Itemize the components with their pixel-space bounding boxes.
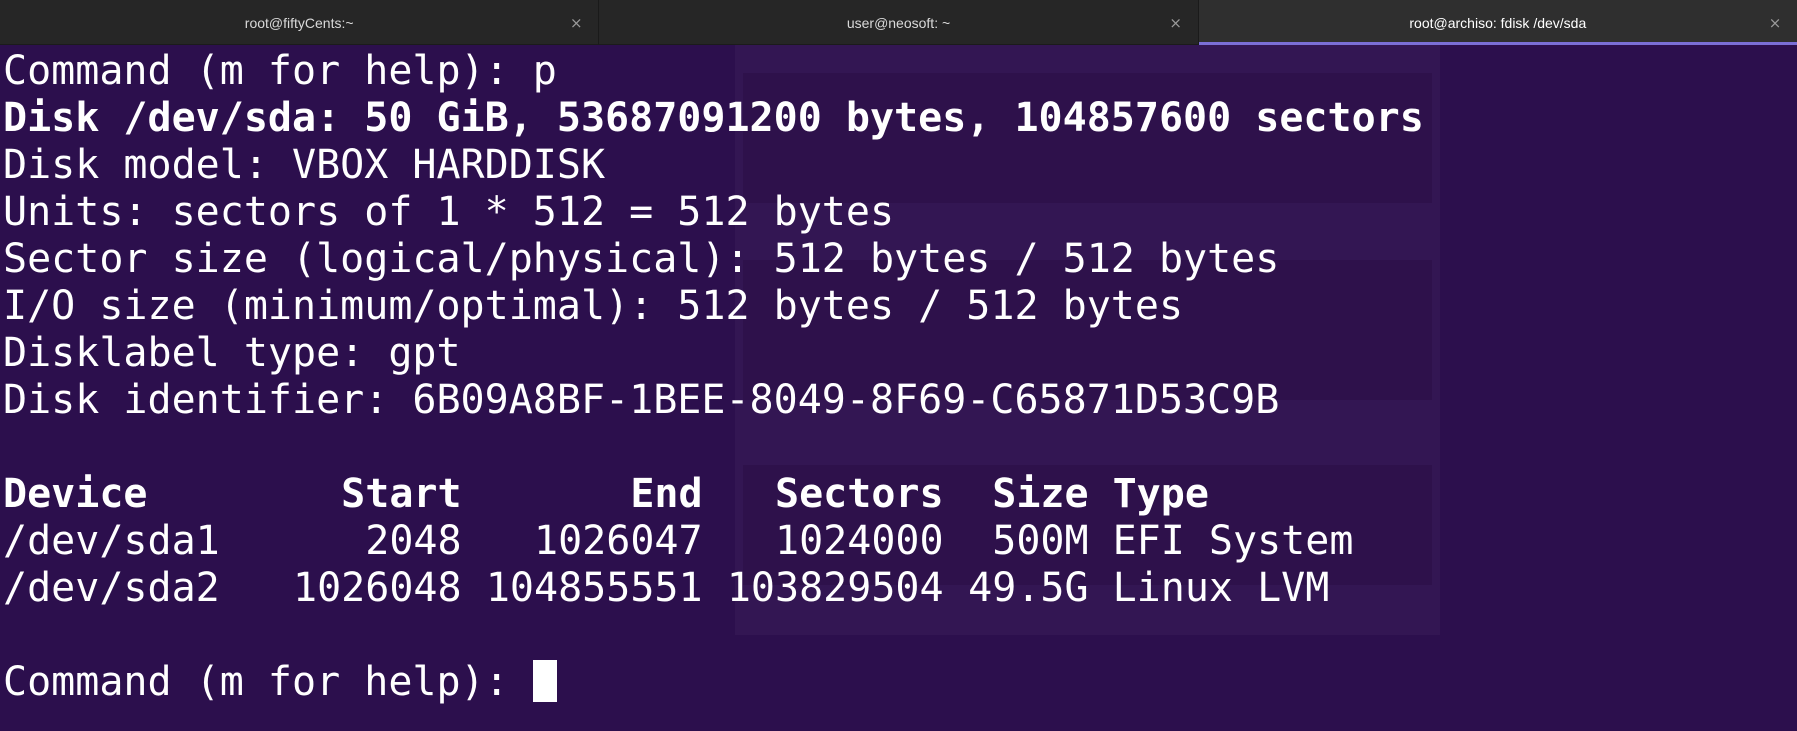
cell-type: EFI System: [1112, 518, 1354, 564]
disk-identifier-line: Disk identifier: 6B09A8BF-1BEE-8049-8F69…: [3, 377, 1280, 423]
close-icon[interactable]: ×: [1767, 15, 1783, 31]
cell-end: 104855551: [485, 565, 703, 611]
disklabel-line: Disklabel type: gpt: [3, 330, 461, 376]
tab-root-archiso[interactable]: root@archiso: fdisk /dev/sda ×: [1198, 0, 1797, 45]
cell-start: 1026048: [293, 565, 462, 611]
column-header-device: Device: [3, 471, 148, 517]
disk-summary-line: Disk /dev/sda: 50 GiB, 53687091200 bytes…: [3, 95, 1424, 141]
sector-size-line: Sector size (logical/physical): 512 byte…: [3, 236, 1280, 282]
cell-end: 1026047: [534, 518, 703, 564]
cell-size: 49.5G: [968, 565, 1089, 611]
cell-device: /dev/sda1: [3, 518, 220, 564]
cell-start: 2048: [365, 518, 462, 564]
tab-bar: root@fiftyCents:~ × user@neosoft: ~ × ro…: [0, 0, 1797, 45]
cell-size: 500M: [992, 518, 1089, 564]
prompt-text: Command (m for help):: [3, 659, 533, 705]
tab-user-neosoft[interactable]: user@neosoft: ~ ×: [599, 0, 1199, 45]
active-prompt-line[interactable]: Command (m for help):: [3, 659, 1797, 706]
cell-sectors: 1024000: [775, 518, 944, 564]
cell-sectors: 103829504: [726, 565, 944, 611]
terminal-output[interactable]: Command (m for help): p Disk /dev/sda: 5…: [0, 48, 1797, 706]
disk-model-line: Disk model: VBOX HARDDISK: [3, 142, 606, 188]
close-icon[interactable]: ×: [568, 15, 584, 31]
column-header-sectors: Sectors: [775, 471, 944, 517]
tab-title: user@neosoft: ~: [846, 14, 951, 31]
table-row: /dev/sda2 1026048 104855551 103829504 49…: [3, 565, 1353, 612]
text-cursor: [532, 660, 557, 702]
partition-table-header: Device Start End Sectors Size Type: [3, 471, 1353, 518]
command-line: Command (m for help): p: [3, 48, 557, 94]
io-size-line: I/O size (minimum/optimal): 512 bytes / …: [3, 283, 1184, 329]
terminal-window: root@fiftyCents:~ × user@neosoft: ~ × ro…: [0, 0, 1797, 731]
column-header-type: Type: [1112, 471, 1209, 517]
close-icon[interactable]: ×: [1168, 15, 1184, 31]
cell-device: /dev/sda2: [3, 565, 220, 611]
cell-type: Linux LVM: [1112, 565, 1330, 611]
units-line: Units: sectors of 1 * 512 = 512 bytes: [3, 189, 895, 235]
tab-root-fiftycents[interactable]: root@fiftyCents:~ ×: [0, 0, 600, 45]
column-header-start: Start: [341, 471, 462, 517]
table-row: /dev/sda1 2048 1026047 1024000 500M EFI …: [3, 518, 1353, 565]
column-header-size: Size: [992, 471, 1089, 517]
tab-title: root@archiso: fdisk /dev/sda: [1409, 14, 1587, 31]
partition-table: Device Start End Sectors Size Type /dev/…: [3, 471, 1353, 612]
column-header-end: End: [630, 471, 703, 517]
tab-title: root@fiftyCents:~: [244, 14, 354, 31]
